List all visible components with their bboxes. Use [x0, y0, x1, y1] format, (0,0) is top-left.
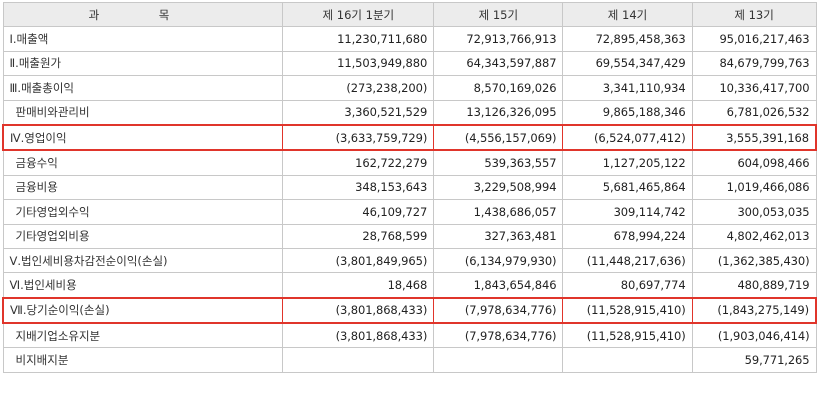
cell-value: 9,865,188,346 [562, 99, 693, 126]
header-period-16q1: 제 16기 1분기 [282, 1, 435, 28]
header-row: 과 목 제 16기 1분기 제 15기 제 14기 제 13기 [2, 1, 817, 28]
row-label: Ⅵ.법인세비용 [2, 272, 284, 299]
header-account: 과 목 [2, 1, 284, 28]
highlighted-row-operating-income: Ⅳ.영업이익 (3,633,759,729) (4,556,157,069) (… [2, 123, 817, 152]
row-label: 기타영업외비용 [2, 223, 284, 249]
cell-value: (6,524,077,412) [562, 123, 693, 152]
row-label: Ⅲ.매출총이익 [2, 75, 284, 101]
cell-value: 1,019,466,086 [691, 174, 817, 201]
table-row: Ⅵ.법인세비용 18,468 1,843,654,846 80,697,774 … [2, 272, 817, 299]
row-label: Ⅳ.영업이익 [2, 123, 284, 152]
cell-value: (1,903,046,414) [691, 322, 817, 349]
cell-value: 46,109,727 [282, 199, 435, 225]
row-label: 비지배지분 [2, 347, 284, 373]
cell-value: 11,503,949,880 [282, 50, 435, 77]
row-label: Ⅴ.법인세비용차감전순이익(손실) [2, 247, 284, 274]
table-row: Ⅰ.매출액 11,230,711,680 72,913,766,913 72,8… [2, 26, 817, 52]
cell-value: (1,362,385,430) [691, 247, 817, 274]
cell-value: (4,556,157,069) [433, 123, 564, 152]
table-row: Ⅱ.매출원가 11,503,949,880 64,343,597,887 69,… [2, 50, 817, 77]
income-statement-table: 과 목 제 16기 1분기 제 15기 제 14기 제 13기 Ⅰ.매출액 11… [2, 1, 817, 373]
cell-value: 327,363,481 [433, 223, 564, 249]
cell-value: 1,127,205,122 [562, 149, 693, 176]
table-row: Ⅲ.매출총이익 (273,238,200) 8,570,169,026 3,34… [2, 75, 817, 101]
cell-value: (1,843,275,149) [691, 296, 817, 325]
cell-value: (11,528,915,410) [562, 322, 693, 349]
cell-value: 309,114,742 [562, 199, 693, 225]
cell-value: 348,153,643 [282, 174, 435, 201]
table-row: Ⅴ.법인세비용차감전순이익(손실) (3,801,849,965) (6,134… [2, 247, 817, 274]
cell-value: 13,126,326,095 [433, 99, 564, 126]
cell-value: 6,781,026,532 [691, 99, 817, 126]
header-period-14: 제 14기 [562, 1, 693, 28]
cell-value: 1,843,654,846 [433, 272, 564, 299]
cell-value: 72,913,766,913 [433, 26, 564, 52]
table-row: 지배기업소유지분 (3,801,868,433) (7,978,634,776)… [2, 322, 817, 349]
cell-value: 69,554,347,429 [562, 50, 693, 77]
cell-value: 11,230,711,680 [282, 26, 435, 52]
cell-value: 80,697,774 [562, 272, 693, 299]
cell-value: (3,801,868,433) [282, 296, 435, 325]
cell-value: 3,341,110,934 [562, 75, 693, 101]
cell-value: (3,633,759,729) [282, 123, 435, 152]
row-label: 판매비와관리비 [2, 99, 284, 126]
table-row: 금융수익 162,722,279 539,363,557 1,127,205,1… [2, 149, 817, 176]
row-label: 금융비용 [2, 174, 284, 201]
cell-value: 604,098,466 [691, 149, 817, 176]
cell-value: 4,802,462,013 [691, 223, 817, 249]
cell-value: (3,801,849,965) [282, 247, 435, 274]
cell-value: 10,336,417,700 [691, 75, 817, 101]
table-row: 기타영업외수익 46,109,727 1,438,686,057 309,114… [2, 199, 817, 225]
table-row: 판매비와관리비 3,360,521,529 13,126,326,095 9,8… [2, 99, 817, 126]
row-label: Ⅱ.매출원가 [2, 50, 284, 77]
cell-value: (3,801,868,433) [282, 322, 435, 349]
header-period-13: 제 13기 [691, 1, 817, 28]
row-label: Ⅶ.당기순이익(손실) [2, 296, 284, 325]
cell-value: 59,771,265 [691, 347, 817, 373]
highlighted-row-net-income: Ⅶ.당기순이익(손실) (3,801,868,433) (7,978,634,7… [2, 296, 817, 325]
table-row: 비지배지분 59,771,265 [2, 347, 817, 373]
cell-value: (6,134,979,930) [433, 247, 564, 274]
cell-value: 95,016,217,463 [691, 26, 817, 52]
row-label: 기타영업외수익 [2, 199, 284, 225]
table-row: 금융비용 348,153,643 3,229,508,994 5,681,465… [2, 174, 817, 201]
cell-value [282, 347, 435, 373]
cell-value: (11,448,217,636) [562, 247, 693, 274]
table-row: 기타영업외비용 28,768,599 327,363,481 678,994,2… [2, 223, 817, 249]
cell-value: 3,555,391,168 [691, 123, 817, 152]
cell-value: 72,895,458,363 [562, 26, 693, 52]
cell-value: 18,468 [282, 272, 435, 299]
row-label: Ⅰ.매출액 [2, 26, 284, 52]
cell-value: (11,528,915,410) [562, 296, 693, 325]
cell-value [562, 347, 693, 373]
cell-value: 28,768,599 [282, 223, 435, 249]
row-label: 지배기업소유지분 [2, 322, 284, 349]
cell-value: 678,994,224 [562, 223, 693, 249]
cell-value: 539,363,557 [433, 149, 564, 176]
cell-value: 5,681,465,864 [562, 174, 693, 201]
cell-value: 3,360,521,529 [282, 99, 435, 126]
cell-value: (273,238,200) [282, 75, 435, 101]
cell-value: 1,438,686,057 [433, 199, 564, 225]
cell-value: 3,229,508,994 [433, 174, 564, 201]
cell-value: 84,679,799,763 [691, 50, 817, 77]
cell-value: 8,570,169,026 [433, 75, 564, 101]
row-label: 금융수익 [2, 149, 284, 176]
cell-value: (7,978,634,776) [433, 296, 564, 325]
cell-value: 480,889,719 [691, 272, 817, 299]
cell-value: 64,343,597,887 [433, 50, 564, 77]
cell-value [433, 347, 564, 373]
cell-value: 162,722,279 [282, 149, 435, 176]
header-period-15: 제 15기 [433, 1, 564, 28]
cell-value: (7,978,634,776) [433, 322, 564, 349]
cell-value: 300,053,035 [691, 199, 817, 225]
